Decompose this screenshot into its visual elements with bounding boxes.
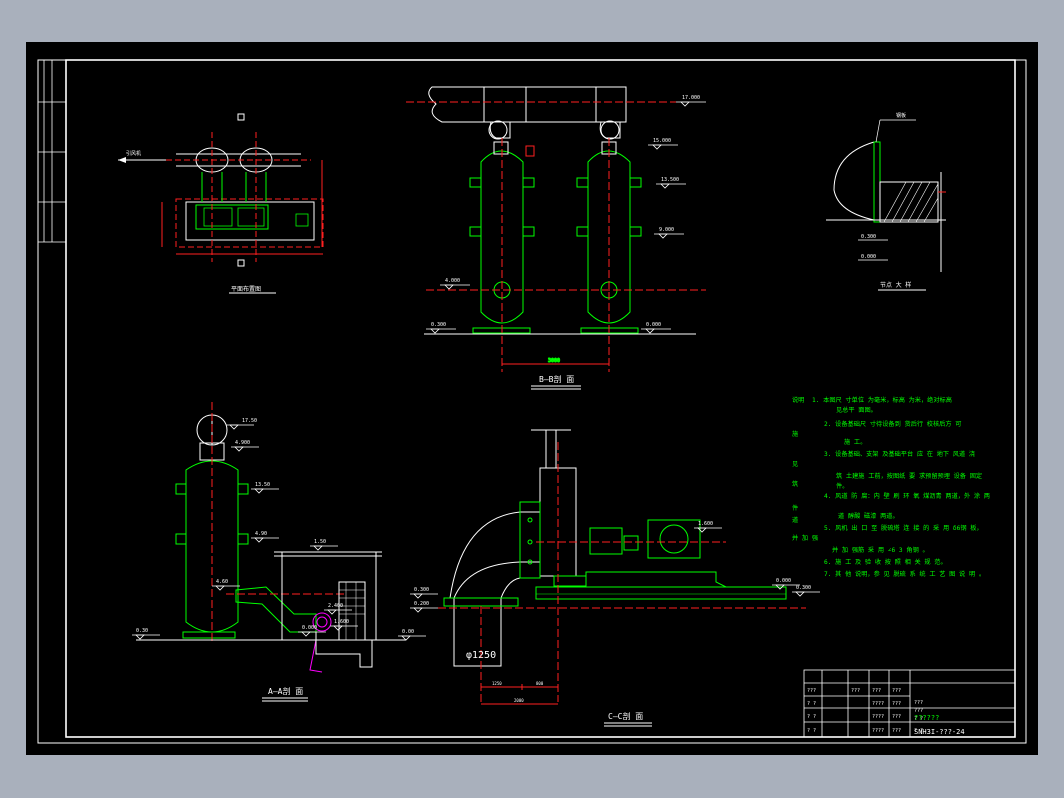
aa-el-2: 4.900	[235, 440, 250, 446]
aa-el-9: 0.000	[302, 625, 317, 631]
tb-r0c1: ???	[851, 688, 860, 694]
note-line-4: 施 工。	[844, 438, 866, 446]
tb-drawing-number: SNH3I-???-24	[914, 728, 965, 736]
note-side-6: 并 加 强	[792, 534, 818, 542]
cc-dim-2: 800	[536, 681, 544, 686]
tb-r2c2: ????	[872, 714, 884, 720]
note-line-5: 3. 设备基础、支架 及基础平台 应 在 地下 风道 浇	[824, 450, 975, 458]
tb-r3c2: ????	[872, 728, 884, 734]
tb-r0c2: ???	[872, 688, 881, 694]
note-line-1: 1. 本图尺 寸单位 为毫米，标高 为米，绝对标高	[812, 396, 952, 404]
bb-section: 3000 17.000 15.000 13.500 9.000 4.000 0.…	[406, 86, 706, 390]
detail-title: 节点 大 样	[880, 281, 911, 289]
aa-el-10: 0.00	[402, 629, 414, 635]
tb-drawing-name: ??????	[914, 714, 939, 722]
detail-el-1: 0.300	[861, 234, 876, 240]
aa-el-5: 4.60	[216, 579, 228, 585]
cc-dim-1: 1250	[492, 681, 502, 686]
note-line-9: 道 醇酸 磁漆 两道。	[838, 512, 899, 520]
tb-c2-0: ???	[914, 700, 923, 706]
tb-r3c0: ? ?	[807, 728, 816, 734]
cad-drawing: 引风机 平面布置图 3000 17.000 15.000 13.500 9.00…	[37, 59, 1027, 744]
cad-viewport[interactable]: 引风机 平面布置图 3000 17.000 15.000 13.500 9.00…	[26, 42, 1038, 755]
plan-fan-label: 引风机	[126, 150, 141, 157]
bb-el-mid1: 15.000	[653, 138, 671, 144]
note-line-7: 件。	[836, 482, 848, 490]
tb-r2c0: ? ?	[807, 714, 816, 720]
bb-el-ground-right: 0.000	[646, 322, 661, 328]
aa-el-4: 4.90	[255, 531, 267, 537]
bb-el-mid2: 13.500	[661, 177, 679, 183]
aa-el-3: 13.50	[255, 482, 270, 488]
notes-heading: 说明	[792, 396, 804, 404]
bb-el-ground-left: 0.300	[431, 322, 446, 328]
tb-r1c2: ????	[872, 701, 884, 707]
cc-pipe-diameter: φ1250	[466, 650, 496, 661]
aa-el-8: 1.600	[334, 619, 349, 625]
tb-r0c3: ???	[892, 688, 901, 694]
detail-view: 钢板 0.300 0.000 节点 大 样	[826, 112, 946, 291]
note-line-13: 7. 其 他 说明，参 见 脱硫 系 统 工 艺 图 说 明 。	[824, 570, 985, 578]
aa-el-ground: 0.30	[136, 628, 148, 634]
note-line-3: 2. 设备基础尺 寸待设备到 货后行 校核后方 可	[824, 420, 961, 428]
plan-title: 平面布置图	[231, 285, 261, 293]
plan-view: 引风机 平面布置图	[118, 113, 324, 294]
bb-el-mid3: 9.000	[659, 227, 674, 233]
cc-el-4: 0.000	[776, 578, 791, 584]
bb-span-dim: 3000	[548, 358, 560, 364]
bb-title: B—B剖 面	[539, 374, 574, 384]
note-line-2: 见总平 面图。	[836, 406, 877, 414]
aa-title: A—A剖 面	[268, 686, 303, 696]
aa-el-7: 2.400	[328, 603, 343, 609]
aa-el-top: 17.50	[242, 418, 257, 424]
bb-el-low: 4.000	[445, 278, 460, 284]
note-line-6: 筑 土建施 工前，按图纸 要 求预留预埋 设备 固定	[836, 472, 982, 480]
aa-el-6: 1.50	[314, 539, 326, 545]
note-side-2: 见	[792, 461, 798, 468]
note-side-4: 件	[792, 504, 798, 512]
notes-block: 说明 1. 本图尺 寸单位 为毫米，标高 为米，绝对标高 见总平 面图。 2. …	[792, 396, 990, 578]
cc-el-3: 0.200	[414, 601, 429, 607]
detail-el-2: 0.000	[861, 254, 876, 260]
title-block: ??? ??? ??? ??? ? ? ???? ??? ? ? ???? ??…	[803, 669, 1016, 738]
note-side-5: 道	[792, 516, 798, 524]
bb-el-top: 17.000	[682, 95, 700, 101]
cc-title: C—C剖 面	[608, 711, 643, 721]
cc-el-5: 0.300	[796, 585, 811, 591]
aa-section: 17.50 4.900 13.50 4.90 4.60 1.50 0.30 2.…	[132, 402, 426, 702]
note-line-12: 6. 施 工 及 验 收 按 照 相 关 规 范。	[824, 558, 947, 566]
cc-el-1: 1.600	[698, 521, 713, 527]
cc-section: φ1250 1250 800 2000 1.600 0.300 0.200 0.…	[410, 429, 820, 727]
tb-r2c3: ???	[892, 714, 901, 720]
note-line-10: 5. 风机 出 口 至 脱硫塔 连 接 的 采 用 δ6钢 板，	[824, 524, 983, 532]
tb-r1c0: ? ?	[807, 701, 816, 707]
tb-r0c0: ???	[807, 688, 816, 694]
note-side-3: 筑	[792, 480, 799, 488]
cc-dim-3: 2000	[514, 698, 524, 703]
note-line-8: 4. 风道 防 腐：内 壁 刷 环 氧 煤沥青 两道，外 涂 两	[824, 492, 990, 500]
tb-r1c3: ???	[892, 701, 901, 707]
left-binding-strip	[38, 60, 66, 243]
cc-el-2: 0.300	[414, 587, 429, 593]
note-line-11: 并 加 强筋 采 用 ∠6 3 角钢 。	[832, 546, 929, 554]
detail-plate-label: 钢板	[896, 112, 906, 119]
tb-r3c3: ???	[892, 728, 901, 734]
note-side-1: 施	[792, 430, 798, 438]
